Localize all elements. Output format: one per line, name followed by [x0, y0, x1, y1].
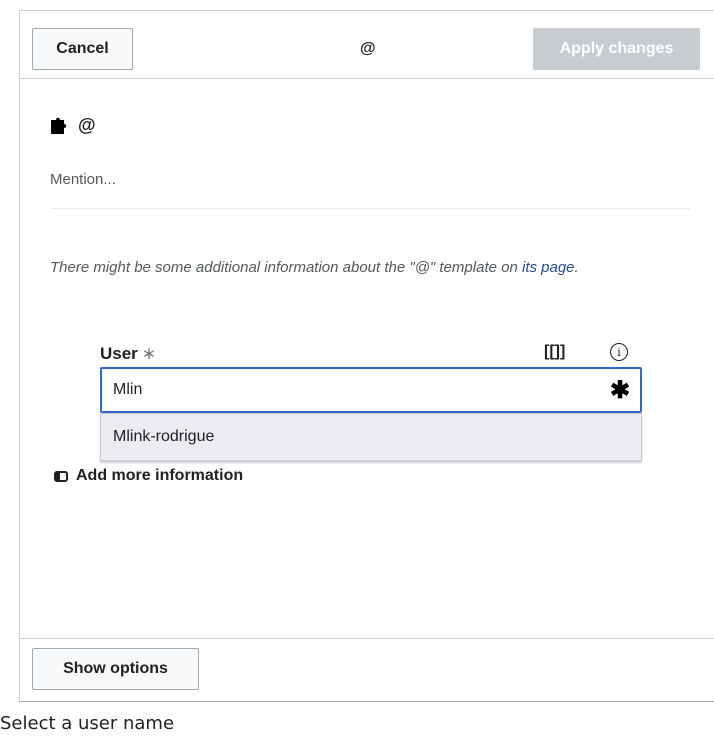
checkbox-icon	[54, 470, 68, 482]
user-input[interactable]	[100, 367, 642, 413]
dialog-footer: Show options	[20, 638, 714, 702]
caption: Select a user name	[0, 713, 175, 734]
suggestion-list: Mlink-rodrigue	[100, 413, 642, 461]
required-indicator: ∗	[141, 344, 157, 363]
divider	[50, 208, 690, 209]
template-note: There might be some additional informati…	[50, 254, 680, 281]
parameter-label: User ∗	[100, 344, 156, 364]
dialog-title: @	[360, 40, 376, 57]
template-heading: @	[50, 115, 96, 136]
required-icon: ✱	[610, 377, 631, 404]
template-description: Mention...	[50, 171, 116, 188]
note-text: There might be some additional informati…	[50, 259, 522, 276]
info-icon[interactable]: i	[610, 343, 628, 361]
add-more-information[interactable]: Add more information	[54, 467, 243, 485]
cancel-button[interactable]: Cancel	[32, 28, 133, 70]
template-page-link[interactable]: its page	[522, 259, 575, 276]
puzzle-icon	[50, 117, 72, 135]
dialog-header: Cancel @ Apply changes	[20, 11, 714, 79]
note-suffix: .	[574, 259, 579, 276]
show-options-button[interactable]: Show options	[32, 648, 199, 690]
template-dialog: Cancel @ Apply changes @ Mention... Ther…	[19, 10, 714, 702]
suggestion-item[interactable]: Mlink-rodrigue	[113, 428, 214, 446]
wikilink-icon[interactable]: [[]]	[544, 343, 565, 361]
apply-changes-button[interactable]: Apply changes	[533, 28, 700, 70]
template-name: @	[78, 115, 96, 135]
parameter-name: User	[100, 344, 138, 363]
add-more-label: Add more information	[76, 467, 244, 484]
